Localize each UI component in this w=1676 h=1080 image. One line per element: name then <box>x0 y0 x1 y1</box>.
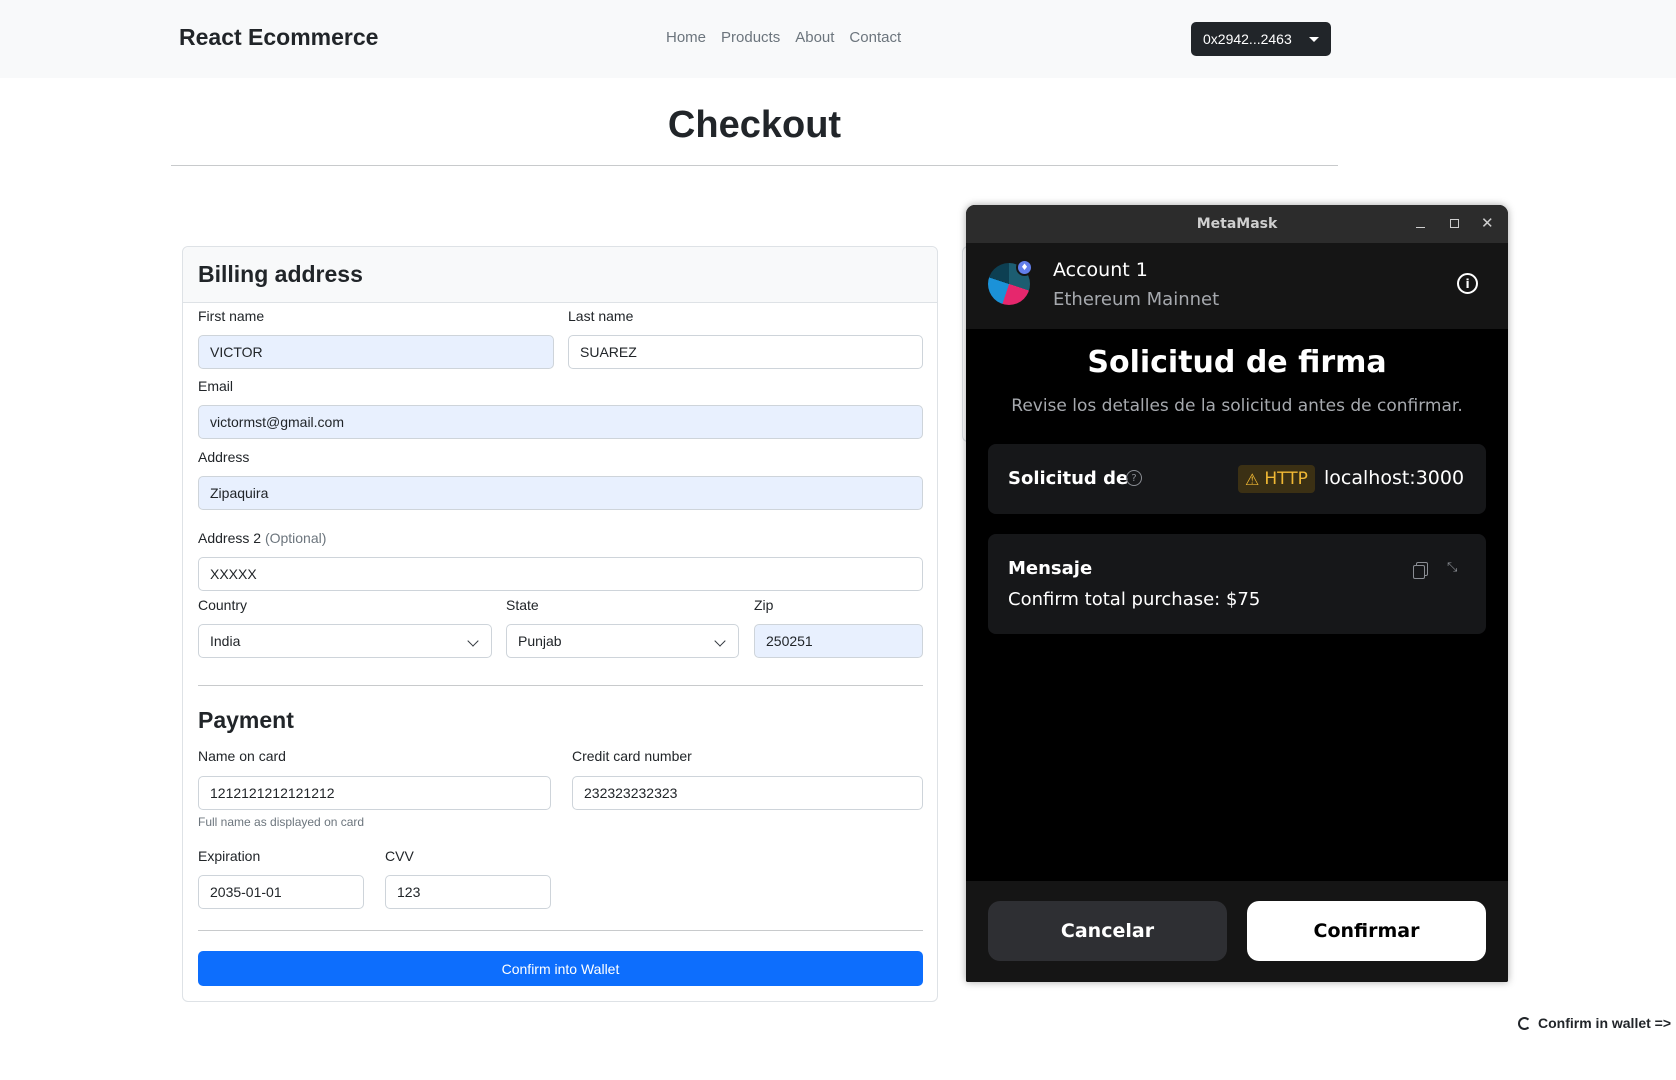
metamask-window-title: MetaMask <box>1196 216 1278 232</box>
account-header: ♦ Account 1 Ethereum Mainnet i <box>966 243 1508 329</box>
address2-label: Address 2 (Optional) <box>198 530 326 546</box>
copy-icon[interactable] <box>1413 562 1428 579</box>
metamask-titlebar[interactable]: MetaMask ✕ <box>966 205 1508 243</box>
page-title: Checkout <box>667 104 842 146</box>
state-select[interactable]: Punjab <box>506 624 739 658</box>
metamask-window: MetaMask ✕ ♦ Account 1 Ethereum Mainnet … <box>966 205 1508 982</box>
close-icon[interactable]: ✕ <box>1481 214 1494 232</box>
expiration-label: Expiration <box>198 848 261 864</box>
message-box: Mensaje Confirm total purchase: $75 ⤡ <box>988 534 1486 634</box>
question-icon[interactable]: ? <box>1126 470 1142 486</box>
caret-down-icon <box>1309 37 1319 42</box>
first-name-label: First name <box>198 308 265 324</box>
http-badge-text: HTTP <box>1264 469 1308 489</box>
last-name-input[interactable]: SUAREZ <box>568 335 923 369</box>
state-value: Punjab <box>518 633 562 649</box>
http-warning-badge: ⚠ HTTP <box>1238 465 1315 493</box>
message-text: Confirm total purchase: $75 <box>1008 589 1261 610</box>
email-label: Email <box>198 378 234 394</box>
info-icon[interactable]: i <box>1457 273 1478 294</box>
first-name-input[interactable]: VICTOR <box>198 335 554 369</box>
card-number-label: Credit card number <box>572 748 692 764</box>
spinner-icon <box>1518 1016 1531 1030</box>
country-select[interactable]: India <box>198 624 492 658</box>
confirm-into-wallet-button[interactable]: Confirm into Wallet <box>198 951 923 986</box>
expiration-input[interactable]: 2035-01-01 <box>198 875 364 909</box>
maximize-icon[interactable] <box>1450 219 1459 228</box>
nav-link-contact[interactable]: Contact <box>849 29 901 46</box>
signature-request-title: Solicitud de firma <box>1087 345 1387 380</box>
wallet-status-text: Confirm in wallet => <box>1538 1015 1672 1031</box>
name-on-card-input[interactable]: 1212121212121212 <box>198 776 551 810</box>
wallet-address: 0x2942...2463 <box>1203 31 1292 47</box>
name-on-card-label: Name on card <box>198 748 286 764</box>
warning-icon: ⚠ <box>1245 469 1260 489</box>
collapse-icon[interactable]: ⤡ <box>1447 560 1457 575</box>
request-origin-box: Solicitud de ? ⚠ HTTP localhost:3000 <box>988 444 1486 514</box>
payment-title: Payment <box>198 707 294 733</box>
wallet-dropdown-button[interactable]: 0x2942...2463 <box>1191 22 1331 56</box>
billing-title: Billing address <box>198 261 363 287</box>
section-divider <box>198 685 923 686</box>
network-name: Ethereum Mainnet <box>1053 289 1220 310</box>
cvv-label: CVV <box>385 848 414 864</box>
chevron-down-icon <box>714 635 726 647</box>
country-label: Country <box>198 597 248 613</box>
country-value: India <box>210 633 241 649</box>
zip-input[interactable]: 250251 <box>754 624 923 658</box>
name-on-card-help: Full name as displayed on card <box>198 815 365 829</box>
cvv-input[interactable]: 123 <box>385 875 551 909</box>
card-number-input[interactable]: 232323232323 <box>572 776 923 810</box>
signature-request-subtitle: Revise los detalles de la solicitud ante… <box>1011 396 1463 416</box>
nav-link-about[interactable]: About <box>795 29 834 46</box>
address-input[interactable]: Zipaquira <box>198 476 923 510</box>
account-name: Account 1 <box>1053 259 1148 281</box>
confirm-button[interactable]: Confirmar <box>1247 901 1486 961</box>
chevron-down-icon <box>467 635 479 647</box>
address2-label-text: Address 2 <box>198 530 262 546</box>
billing-card: Billing address First name VICTOR Last n… <box>182 246 938 1002</box>
nav-link-products[interactable]: Products <box>721 29 780 46</box>
request-from-label: Solicitud de <box>1008 468 1129 489</box>
navbar: React Ecommerce Home Products About Cont… <box>0 0 1676 78</box>
request-host: localhost:3000 <box>1324 467 1465 489</box>
ethereum-icon: ♦ <box>1016 259 1033 276</box>
nav-links: Home Products About Contact <box>666 29 901 46</box>
nav-link-home[interactable]: Home <box>666 29 706 46</box>
title-divider <box>171 165 1338 166</box>
metamask-footer: Cancelar Confirmar <box>966 881 1508 982</box>
address-label: Address <box>198 449 250 465</box>
email-input[interactable]: victormst@gmail.com <box>198 405 923 439</box>
optional-hint: (Optional) <box>264 530 327 546</box>
brand-logo[interactable]: React Ecommerce <box>179 24 378 51</box>
minimize-icon[interactable] <box>1416 218 1425 228</box>
zip-label: Zip <box>754 597 774 613</box>
billing-card-header: Billing address <box>183 247 937 303</box>
address2-input[interactable]: XXXXX <box>198 557 923 591</box>
last-name-label: Last name <box>568 308 634 324</box>
state-label: State <box>506 597 539 613</box>
wallet-status: Confirm in wallet => <box>1518 1015 1671 1031</box>
section-divider <box>198 930 923 931</box>
message-label: Mensaje <box>1008 558 1093 579</box>
cancel-button[interactable]: Cancelar <box>988 901 1227 961</box>
